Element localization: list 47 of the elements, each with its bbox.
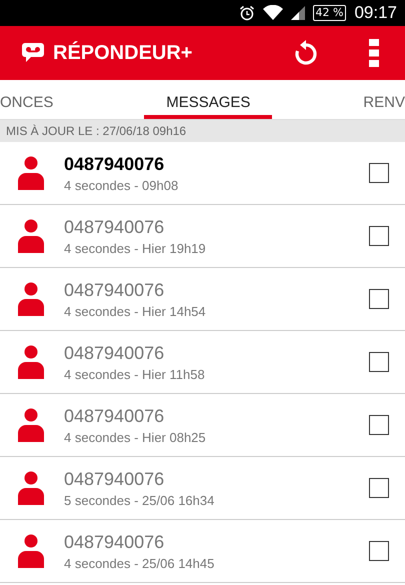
phone-number: 0487940076 xyxy=(64,342,166,364)
message-details: 4 secondes - Hier 19h19 xyxy=(64,240,207,256)
message-item[interactable]: 0487940076 4 secondes - Hier 14h54 xyxy=(0,268,405,331)
alarm-icon xyxy=(238,5,254,21)
person-icon xyxy=(18,471,44,505)
phone-number: 0487940076 xyxy=(64,468,166,490)
update-time: MIS À JOUR LE : 27/06/18 09h16 xyxy=(6,124,186,138)
person-icon xyxy=(18,345,44,379)
checkbox[interactable] xyxy=(369,478,389,498)
phone-number: 0487940076 xyxy=(64,280,166,300)
voicemail-bubble-icon xyxy=(22,43,44,63)
wifi-icon xyxy=(262,5,282,21)
person-icon xyxy=(18,219,44,253)
tab[interactable]: RENV xyxy=(363,80,405,119)
message-details: 4 secondes - Hier 14h54 xyxy=(64,304,207,318)
message-item[interactable]: 0487940076 4 secondes - Hier 08h25 xyxy=(0,394,405,457)
phone-number: 0487940076 xyxy=(64,532,166,552)
message-details: 4 secondes - 09h08 xyxy=(64,178,180,192)
message-item[interactable]: 0487940076 4 secondes - 09h08 xyxy=(0,142,405,205)
app-title: RÉPONDEUR+ xyxy=(53,42,192,64)
signal-icon xyxy=(290,6,304,20)
message-details: 4 secondes - 25/06 14h45 xyxy=(64,556,216,570)
person-icon xyxy=(18,534,44,568)
checkbox[interactable] xyxy=(369,163,389,183)
menu-button[interactable] xyxy=(369,39,379,67)
refresh-button[interactable] xyxy=(293,40,319,66)
checkbox[interactable] xyxy=(369,289,389,309)
message-details: 4 secondes - Hier 11h58 xyxy=(64,366,206,382)
message-item[interactable]: 0487940076 4 secondes - Hier 19h19 xyxy=(0,205,405,268)
checkbox[interactable] xyxy=(369,415,389,435)
checkbox[interactable] xyxy=(369,352,389,372)
checkbox[interactable] xyxy=(369,541,389,561)
clock: 09:17 xyxy=(354,3,397,23)
message-details: 5 secondes - 25/06 16h34 xyxy=(64,492,216,508)
phone-number: 0487940076 xyxy=(64,154,166,174)
message-details: 4 secondes - Hier 08h25 xyxy=(64,430,207,444)
phone-number: 0487940076 xyxy=(64,406,166,426)
message-item[interactable]: 0487940076 4 secondes - 25/06 14h45 xyxy=(0,520,405,583)
person-icon xyxy=(18,156,44,190)
tab[interactable]: ONCES xyxy=(0,80,54,119)
checkbox[interactable] xyxy=(369,226,389,246)
message-item[interactable]: 0487940076 5 secondes - 25/06 16h34 xyxy=(0,457,405,520)
person-icon xyxy=(18,408,44,442)
person-icon xyxy=(18,282,44,316)
battery-indicator: 42 % xyxy=(312,5,346,21)
message-item[interactable]: 0487940076 4 secondes - Hier 11h58 xyxy=(0,331,405,394)
phone-number: 0487940076 xyxy=(64,216,166,238)
